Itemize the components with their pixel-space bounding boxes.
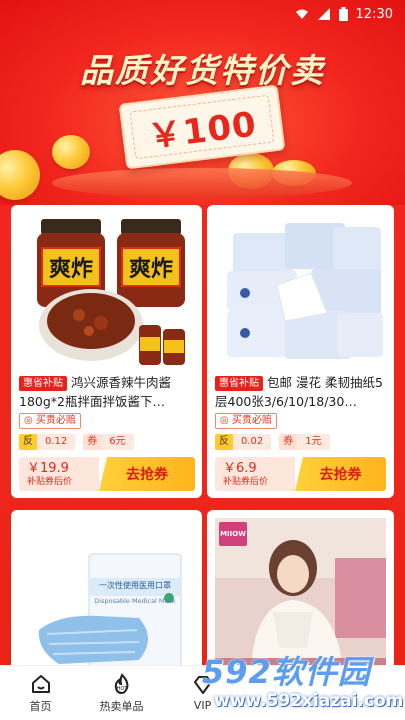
hero-banner[interactable]: 品质好货特价卖 ￥100 [0,0,405,205]
nav-item-home[interactable]: 首页 [0,666,81,720]
product-image[interactable]: 爽炸 爽炸 [19,213,193,373]
price: ￥6.9 [223,460,257,476]
coupon-amount: 6元 [101,434,134,450]
nav-item-5[interactable] [324,666,405,720]
product-card[interactable]: 惠省补贴 包邮 漫花 柔韧抽纸5层400张3/6/10/18/30… ◎ 买贵必赔… [207,205,394,498]
hero-title: 品质好货特价卖 [80,51,325,90]
coin-icon [0,150,40,200]
product-image[interactable] [215,213,386,373]
nav-label: 热卖单品 [99,699,144,713]
svg-text:HOT: HOT [116,686,128,692]
jar-label: 爽炸 [128,257,173,282]
nav-label: 首页 [29,699,52,713]
price-guarantee-text: 买贵必赔 [35,415,76,426]
rebate-row: 反 0.12 券 6元 [19,434,134,450]
wifi-icon [295,9,308,19]
app-screen: 品质好货特价卖 ￥100 12:30 爽炸 爽炸 惠省补贴 鸿兴源香辣牛肉酱18… [0,0,405,720]
signal-icon [317,8,330,20]
product-card[interactable]: MIIOW [207,510,394,680]
home-icon [31,674,50,693]
rebate-value: 0.12 [37,434,76,450]
rebate-key: 反 [19,434,37,450]
nav-item-hot[interactable]: HOT 热卖单品 [81,666,162,720]
price-guarantee-badge: ◎ 买贵必赔 [215,413,277,429]
coin-icon [52,135,90,169]
subsidy-tag: 惠省补贴 [19,376,67,391]
status-time: 12:30 [355,6,393,22]
product-image[interactable]: 一次性使用医用口罩 Disposable Medical Mask [19,518,193,678]
rebate-row: 反 0.02 券 1元 [215,434,330,450]
hero-stage [52,168,352,198]
bottom-nav: 首页 HOT 热卖单品 VIP [0,665,405,720]
brand-logo: MIIOW [219,522,247,546]
price-guarantee-text: 买贵必赔 [231,415,272,426]
coupon-pill: 券 6元 [83,434,134,450]
nav-item-vip[interactable]: VIP [162,666,243,720]
product-card[interactable]: 一次性使用医用口罩 Disposable Medical Mask [11,510,202,680]
price: ￥19.9 [27,460,69,476]
price-box: ￥19.9 补贴券后价 [19,457,99,491]
rebate-key: 反 [215,434,233,450]
product-title[interactable]: 惠省补贴 鸿兴源香辣牛肉酱180g*2瓶拌面拌饭酱下… [19,373,195,411]
price-box: ￥6.9 补贴券后价 [215,457,295,491]
jar-label: 爽炸 [48,257,93,282]
coupon-value: ￥100 [129,94,275,160]
rebate-pill: 反 0.12 [19,434,76,450]
price-guarantee-badge: ◎ 买贵必赔 [19,413,81,429]
coupon-key: 券 [279,434,298,450]
product-image[interactable]: MIIOW [215,518,386,678]
subsidy-tag: 惠省补贴 [215,376,263,391]
product-card[interactable]: 爽炸 爽炸 惠省补贴 鸿兴源香辣牛肉酱180g*2瓶拌面拌饭酱下… ◎ 买贵必赔 … [11,205,202,498]
grab-coupon-button[interactable]: 去抢券 [295,457,386,491]
hot-icon: HOT [114,672,128,694]
nav-label: VIP [193,699,212,712]
nav-item-4[interactable] [243,666,324,720]
vip-icon [193,676,212,694]
coupon-key: 券 [83,434,102,450]
product-title[interactable]: 惠省补贴 包邮 漫花 柔韧抽纸5层400张3/6/10/18/30… [215,373,391,411]
shield-icon: ◎ [24,415,33,426]
mask-pack-label: 一次性使用医用口罩 [99,581,171,590]
price-note: 补贴券后价 [223,476,269,487]
mask-pack-sublabel: Disposable Medical Mask [94,597,176,605]
coupon-amount: 1元 [297,434,330,450]
rebate-pill: 反 0.02 [215,434,272,450]
buy-bar: ￥19.9 补贴券后价 去抢券 [19,457,195,491]
rebate-value: 0.02 [233,434,272,450]
grab-coupon-button[interactable]: 去抢券 [99,457,195,491]
shield-icon: ◎ [220,415,229,426]
battery-icon [338,7,348,21]
coupon-pill: 券 1元 [279,434,330,450]
buy-bar: ￥6.9 补贴券后价 去抢券 [215,457,386,491]
status-bar: 12:30 [0,0,405,28]
price-note: 补贴券后价 [27,476,73,487]
